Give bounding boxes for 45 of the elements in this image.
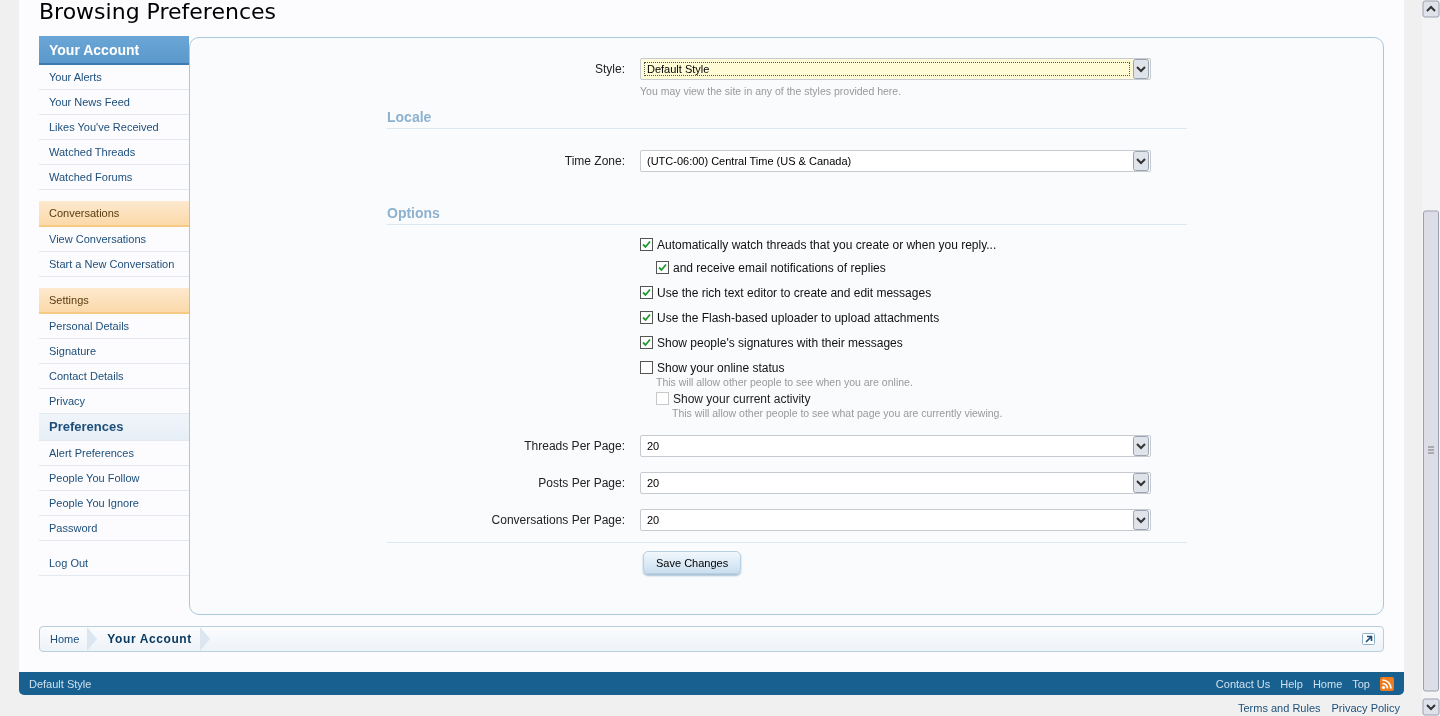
footer-link[interactable]: Help bbox=[1280, 677, 1303, 690]
footer-link[interactable]: Privacy Policy bbox=[1331, 702, 1400, 714]
external-link-icon[interactable] bbox=[1362, 633, 1375, 645]
option-hint: This will allow other people to see when you are online. bbox=[655, 376, 914, 388]
dropdown-field[interactable]: 20 bbox=[640, 435, 1151, 457]
footer-link[interactable]: Contact Us bbox=[1215, 677, 1271, 690]
style-chooser-link[interactable]: Default Style bbox=[29, 677, 92, 690]
field-label: Posts Per Page: bbox=[537, 476, 626, 490]
footer-link[interactable]: Home bbox=[1312, 677, 1343, 690]
breadcrumb-link[interactable]: Home bbox=[40, 627, 98, 651]
field-label: Threads Per Page: bbox=[523, 439, 626, 453]
option-hint: This will allow other people to see what page you are currently viewing. bbox=[671, 407, 1004, 419]
dropdown-field[interactable]: 20 bbox=[640, 472, 1151, 494]
footer-link[interactable]: Top bbox=[1352, 677, 1370, 690]
checkbox[interactable] bbox=[640, 286, 653, 299]
field-hint: You may view the site in any of the styles provided here. bbox=[640, 85, 903, 97]
checkbox-label: and receive email notifications of replies bbox=[673, 260, 886, 275]
dropdown-field[interactable]: Default Style bbox=[640, 58, 1151, 80]
save-changes-button[interactable]: Save Changes bbox=[643, 551, 742, 574]
field-label: Conversations Per Page: bbox=[490, 513, 626, 527]
checkbox[interactable] bbox=[640, 311, 653, 324]
section-heading: Locale bbox=[387, 109, 1187, 129]
checkbox-label: Show people's signatures with their messages bbox=[657, 335, 903, 350]
breadcrumb-link[interactable]: Your Account bbox=[97, 627, 210, 651]
field-label: Time Zone: bbox=[563, 154, 626, 168]
sidebar-section-heading[interactable]: Conversations bbox=[39, 201, 189, 227]
checkbox[interactable] bbox=[640, 238, 653, 251]
checkbox[interactable] bbox=[640, 361, 653, 374]
checkbox-label: Use the Flash-based uploader to upload attachments bbox=[657, 310, 940, 325]
scrollbar[interactable] bbox=[1422, 0, 1440, 716]
checkbox-label: Use the rich text editor to create and edit messages bbox=[657, 285, 932, 300]
dropdown-field[interactable]: 20 bbox=[640, 509, 1151, 531]
footer-link[interactable]: Terms and Rules bbox=[1238, 702, 1321, 714]
sidebar-current-item[interactable]: Preferences bbox=[39, 414, 189, 441]
checkbox-label: Automatically watch threads that you create or when you reply... bbox=[657, 237, 997, 252]
checkbox-label: Show your online status bbox=[657, 360, 785, 375]
checkbox-label: Show your current activity bbox=[673, 391, 811, 406]
checkbox[interactable] bbox=[640, 336, 653, 349]
sidebar-section-heading[interactable]: Settings bbox=[39, 288, 189, 314]
dropdown-field[interactable]: (UTC-06:00) Central Time (US & Canada) bbox=[640, 150, 1151, 172]
rss-icon[interactable] bbox=[1380, 676, 1394, 691]
checkbox[interactable] bbox=[656, 261, 669, 274]
field-label: Style: bbox=[594, 62, 626, 76]
section-heading: Options bbox=[387, 205, 1187, 225]
page-title: Browsing Preferences bbox=[39, 0, 276, 26]
